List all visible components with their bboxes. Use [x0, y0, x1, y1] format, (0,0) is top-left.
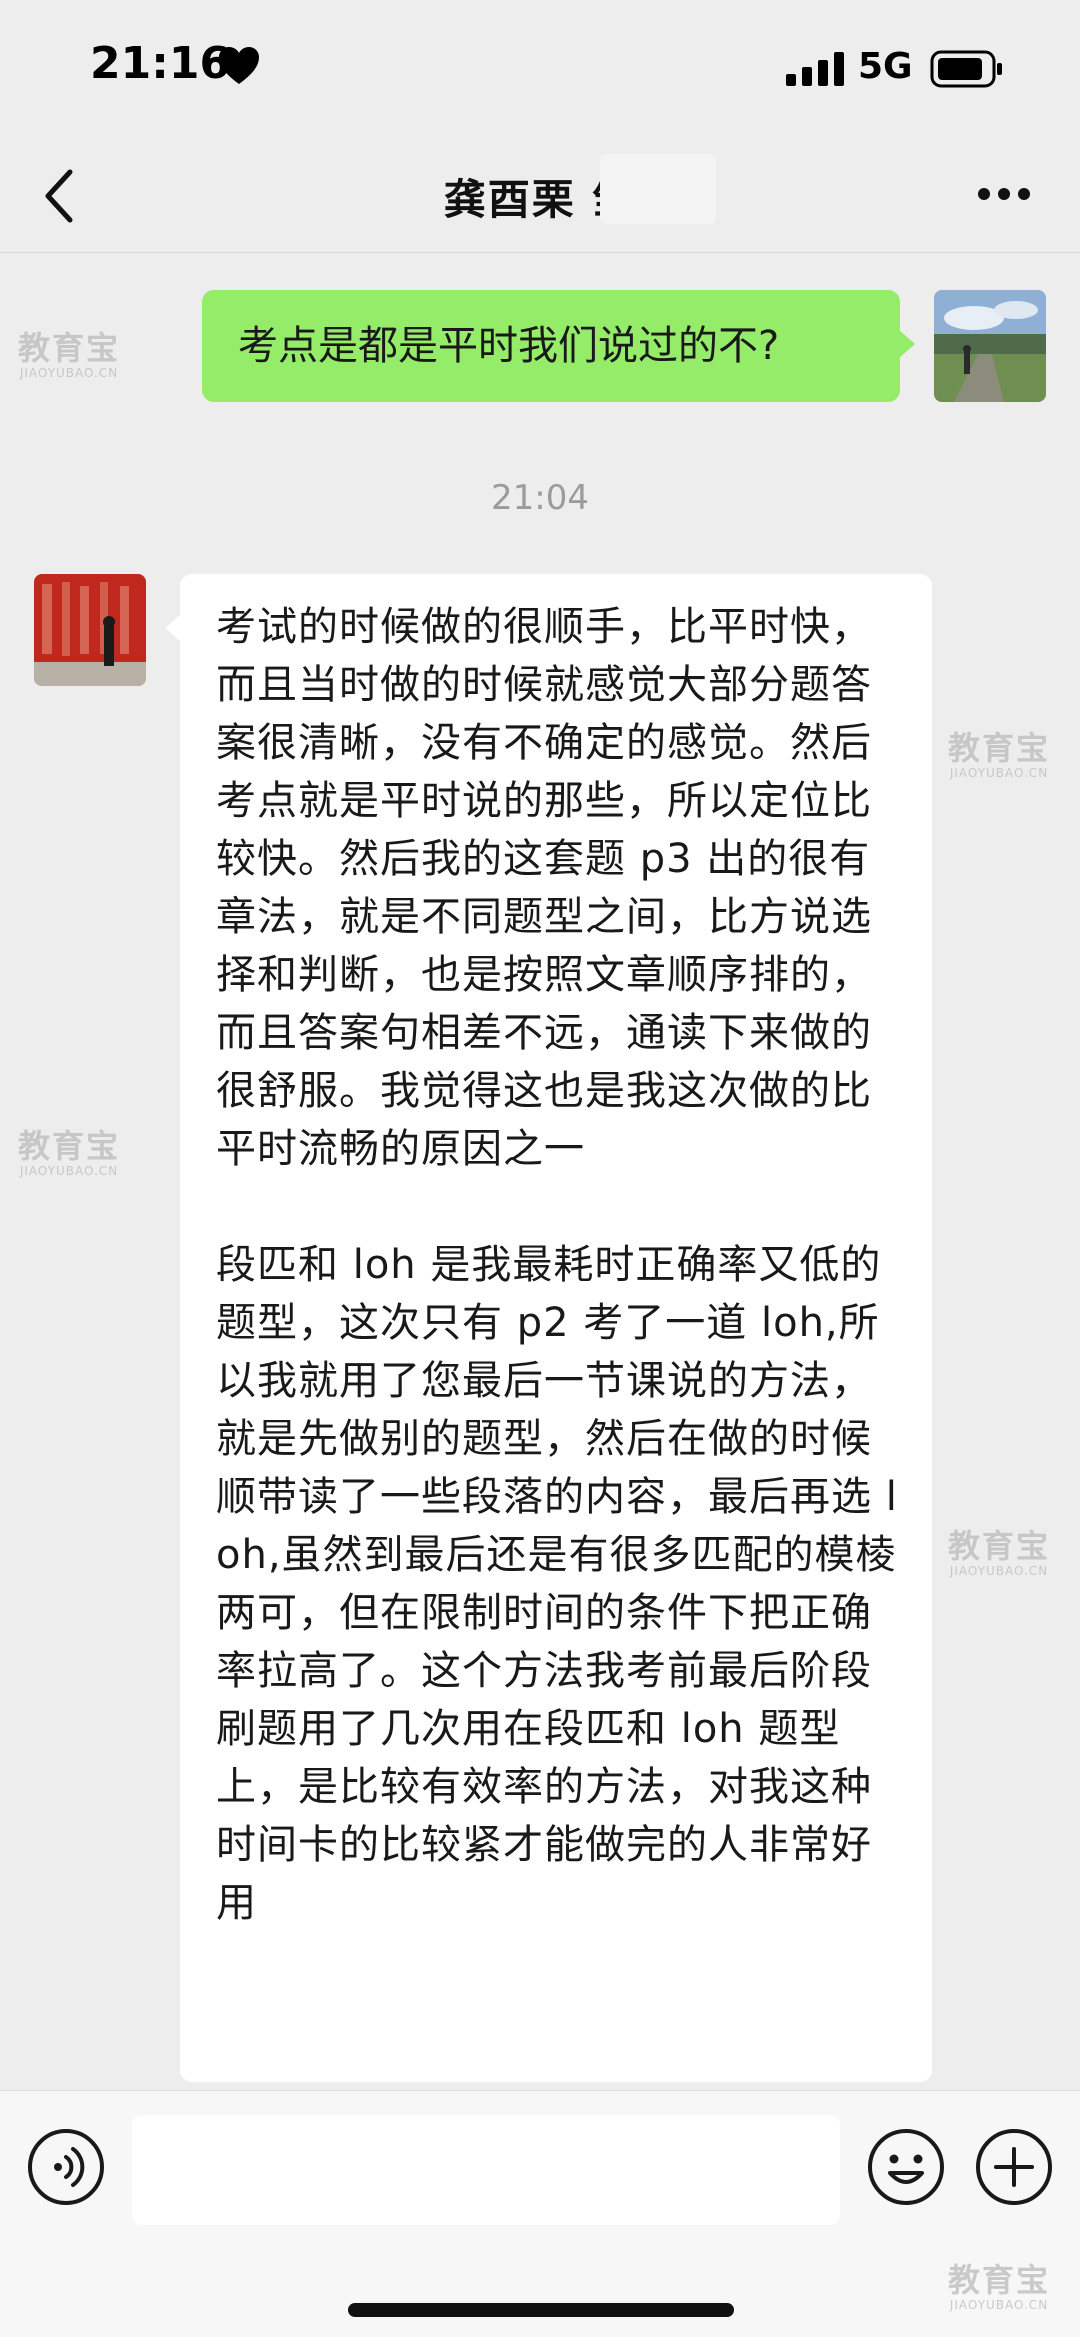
- incoming-message-paragraph-2: 段匹和 loh 是我最耗时正确率又低的题型，这次只有 p2 考了一道 loh,所…: [216, 1242, 898, 1926]
- message-input[interactable]: [132, 2115, 840, 2225]
- status-time: 21:16: [90, 38, 231, 89]
- incoming-message-paragraph-1: 考试的时候做的很顺手，比平时快，而且当时做的时候就感觉大部分题答案很清晰，没有不…: [216, 604, 872, 1172]
- network-type: 5G: [858, 46, 913, 87]
- avatar-self[interactable]: [934, 290, 1046, 402]
- battery-icon: [930, 50, 1002, 88]
- message-timestamp: 21:04: [491, 478, 589, 518]
- plus-icon[interactable]: [974, 2127, 1054, 2207]
- chat-header: 龚酉栗 邹: [0, 140, 1080, 253]
- watermark: 教育宝 JIAOYUBAO.CN: [948, 729, 1051, 780]
- watermark: 教育宝 JIAOYUBAO.CN: [948, 1527, 1051, 1578]
- signal-icon: [786, 52, 844, 86]
- heart-icon: [219, 47, 259, 84]
- watermark: 教育宝 JIAOYUBAO.CN: [18, 329, 121, 380]
- emoji-icon[interactable]: [866, 2127, 946, 2207]
- outgoing-message-bubble[interactable]: 考点是都是平时我们说过的不?: [202, 290, 915, 402]
- watermark: 教育宝 JIAOYUBAO.CN: [948, 2261, 1051, 2312]
- outgoing-message-text: 考点是都是平时我们说过的不?: [238, 323, 780, 369]
- avatar-contact[interactable]: [34, 574, 146, 686]
- home-indicator[interactable]: [348, 2303, 734, 2317]
- name-redaction: [600, 154, 716, 224]
- more-icon[interactable]: [978, 186, 1030, 202]
- chat-input-bar: [0, 2090, 1080, 2337]
- voice-icon[interactable]: [26, 2127, 106, 2207]
- watermark: 教育宝 JIAOYUBAO.CN: [18, 1127, 121, 1178]
- status-bar: 21:16 5G: [0, 0, 1080, 140]
- incoming-message-bubble[interactable]: 考试的时候做的很顺手，比平时快，而且当时做的时候就感觉大部分题答案很清晰，没有不…: [165, 574, 932, 2082]
- chat-title: 龚酉栗 邹: [443, 175, 637, 224]
